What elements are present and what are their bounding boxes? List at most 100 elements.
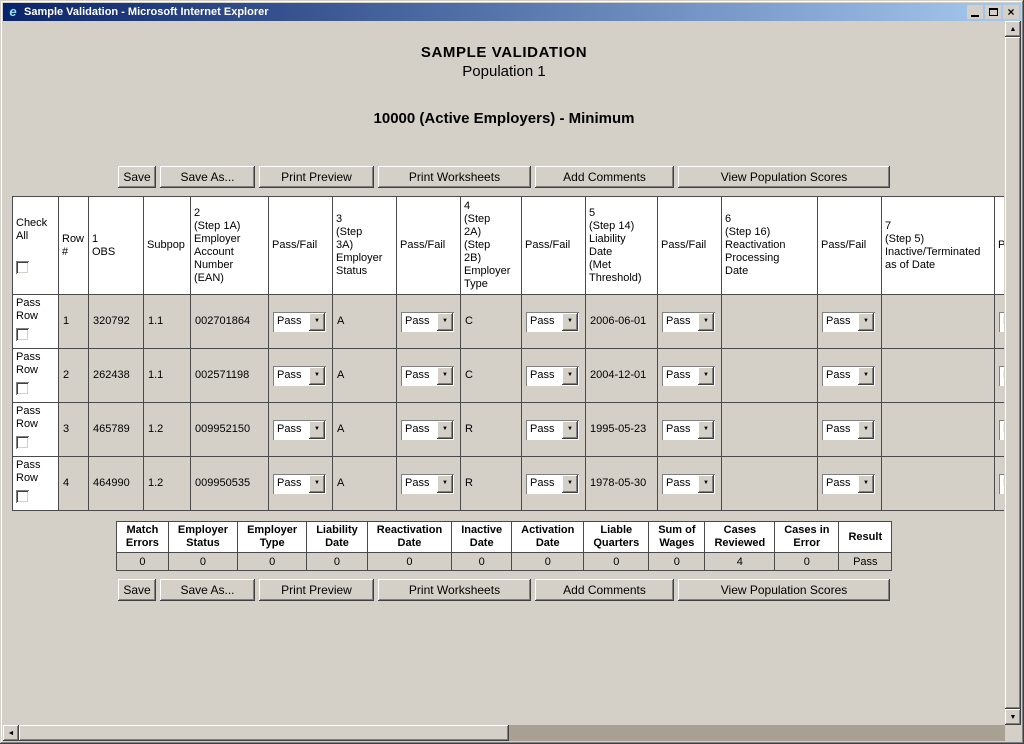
bottom-view-population-scores-button[interactable]: View Population Scores (678, 579, 890, 601)
liability-pass-fail-select[interactable]: Pass ▼ (662, 474, 715, 494)
bottom-print-preview-button[interactable]: Print Preview (259, 579, 374, 601)
reactivation-pass-fail-select[interactable]: Pass ▼ (822, 366, 875, 386)
liability-pass-fail-select[interactable]: Pass ▼ (662, 420, 715, 440)
scroll-up-button[interactable]: ▲ (1005, 21, 1021, 37)
ean-pass-fail-select[interactable]: Pass ▼ (273, 474, 326, 494)
ean-pass-fail-select[interactable]: Pass ▼ (273, 312, 326, 332)
page-title: SAMPLE VALIDATION (3, 43, 1005, 62)
clipped-pass-fail-select[interactable]: Pass ▼ (999, 366, 1004, 386)
ean-passfail-cell: Pass ▼ (269, 457, 333, 511)
header-pass-fail-reactivation: Pass/Fail (818, 197, 882, 295)
minimize-button[interactable] (967, 5, 983, 19)
minimize-icon (971, 15, 979, 17)
status-pass-fail-select[interactable]: Pass ▼ (401, 366, 454, 386)
row-number-cell: 2 (59, 349, 89, 403)
header-reactivation-date: 6 (Step 16) Reactivation Processing Date (722, 197, 818, 295)
status-passfail-cell: Pass ▼ (397, 403, 461, 457)
bottom-save-as-button[interactable]: Save As... (160, 579, 255, 601)
status-pass-fail-select[interactable]: Pass ▼ (401, 474, 454, 494)
status-pass-fail-select[interactable]: Pass ▼ (401, 312, 454, 332)
view-population-scores-button[interactable]: View Population Scores (678, 166, 890, 188)
clipped-pass-fail-select[interactable]: Pass ▼ (999, 474, 1004, 494)
employer-type-cell: C (461, 295, 522, 349)
horizontal-scroll-thumb[interactable] (19, 725, 509, 741)
pass-row-checkbox[interactable] (16, 436, 29, 449)
clipped-pass-fail-select[interactable]: Pass ▼ (999, 312, 1004, 332)
subpop-cell: 1.1 (144, 349, 191, 403)
title-bar[interactable]: e Sample Validation - Microsoft Internet… (3, 3, 1021, 21)
status-passfail-cell: Pass ▼ (397, 295, 461, 349)
clipped-pass-fail-select[interactable]: Pass ▼ (999, 420, 1004, 440)
horizontal-scrollbar-row: ◄ (3, 725, 1021, 741)
obs-cell: 320792 (89, 295, 144, 349)
ean-pass-fail-select[interactable]: Pass ▼ (273, 420, 326, 440)
type-pass-fail-select[interactable]: Pass ▼ (526, 312, 579, 332)
summary-value-cell: 0 (649, 553, 705, 571)
reactivation-passfail-cell: Pass ▼ (818, 403, 882, 457)
dropdown-arrow-icon: ▼ (437, 367, 453, 385)
liability-pass-fail-select[interactable]: Pass ▼ (662, 366, 715, 386)
type-pass-fail-select[interactable]: Pass ▼ (526, 366, 579, 386)
summary-value-cell: 0 (168, 553, 237, 571)
add-comments-button[interactable]: Add Comments (535, 166, 674, 188)
save-button[interactable]: Save (118, 166, 156, 188)
reactivation-pass-fail-select[interactable]: Pass ▼ (822, 474, 875, 494)
reactivation-passfail-cell: Pass ▼ (818, 295, 882, 349)
liability-date-cell: 1995-05-23 (586, 403, 658, 457)
header-pass-fail-ean: Pass/Fail (269, 197, 333, 295)
maximize-button[interactable] (985, 5, 1001, 19)
check-all-checkbox[interactable] (16, 261, 29, 274)
bottom-save-button[interactable]: Save (118, 579, 156, 601)
close-icon: × (1007, 7, 1014, 17)
ean-pass-fail-select[interactable]: Pass ▼ (273, 366, 326, 386)
close-button[interactable]: × (1003, 5, 1019, 19)
horizontal-scrollbar[interactable]: ◄ (3, 725, 1005, 741)
vertical-scrollbar[interactable]: ▲ ▼ (1005, 21, 1021, 725)
print-preview-button[interactable]: Print Preview (259, 166, 374, 188)
header-row: Check All Row # 1 OBS Subpop 2 (Step 1A)… (13, 197, 1005, 295)
header-pass-fail-clipped: Pass/Fail (995, 197, 1005, 295)
pass-row-checkbox[interactable] (16, 382, 29, 395)
pass-row-label: Pass Row (16, 297, 55, 323)
liability-pass-fail-select[interactable]: Pass ▼ (662, 312, 715, 332)
bottom-add-comments-button[interactable]: Add Comments (535, 579, 674, 601)
employer-type-cell: R (461, 403, 522, 457)
scroll-left-button[interactable]: ◄ (3, 725, 19, 741)
row-number-cell: 1 (59, 295, 89, 349)
table-row: Pass Row 2 262438 1.1 002571198 (13, 349, 1005, 403)
row-check-cell: Pass Row (13, 457, 59, 511)
summary-header-cell: Liability Date (307, 522, 368, 553)
scroll-down-button[interactable]: ▼ (1005, 709, 1021, 725)
maximize-icon (989, 8, 998, 16)
dropdown-arrow-icon: ▼ (437, 475, 453, 493)
obs-cell: 262438 (89, 349, 144, 403)
dropdown-arrow-icon: ▼ (562, 421, 578, 439)
vertical-scroll-thumb[interactable] (1005, 37, 1021, 709)
client-area: SAMPLE VALIDATION Population 1 10000 (Ac… (3, 21, 1021, 741)
bottom-print-worksheets-button[interactable]: Print Worksheets (378, 579, 531, 601)
summary-table: Match Errors Employer Status Employer Ty… (116, 521, 892, 571)
reactivation-pass-fail-select[interactable]: Pass ▼ (822, 312, 875, 332)
dropdown-arrow-icon: ▼ (437, 421, 453, 439)
print-worksheets-button[interactable]: Print Worksheets (378, 166, 531, 188)
summary-header-cell: Cases in Error (775, 522, 839, 553)
status-pass-fail-select[interactable]: Pass ▼ (401, 420, 454, 440)
type-pass-fail-select[interactable]: Pass ▼ (526, 420, 579, 440)
pass-row-checkbox[interactable] (16, 328, 29, 341)
window-title: Sample Validation - Microsoft Internet E… (21, 6, 965, 18)
pass-row-checkbox[interactable] (16, 490, 29, 503)
clipped-passfail-cell: Pass ▼ (995, 457, 1005, 511)
type-passfail-cell: Pass ▼ (522, 403, 586, 457)
summary-value-cell: 0 (307, 553, 368, 571)
reactivation-date-cell (722, 403, 818, 457)
summary-header-cell: Reactivation Date (367, 522, 451, 553)
summary-value-row: 0 0 0 0 0 0 0 (116, 553, 891, 571)
dropdown-arrow-icon: ▼ (562, 313, 578, 331)
top-toolbar: Save Save As... Print Preview Print Work… (3, 166, 1005, 188)
reactivation-pass-fail-select[interactable]: Pass ▼ (822, 420, 875, 440)
type-passfail-cell: Pass ▼ (522, 295, 586, 349)
row-check-cell: Pass Row (13, 349, 59, 403)
type-pass-fail-select[interactable]: Pass ▼ (526, 474, 579, 494)
save-as-button[interactable]: Save As... (160, 166, 255, 188)
header-subpop: Subpop (144, 197, 191, 295)
